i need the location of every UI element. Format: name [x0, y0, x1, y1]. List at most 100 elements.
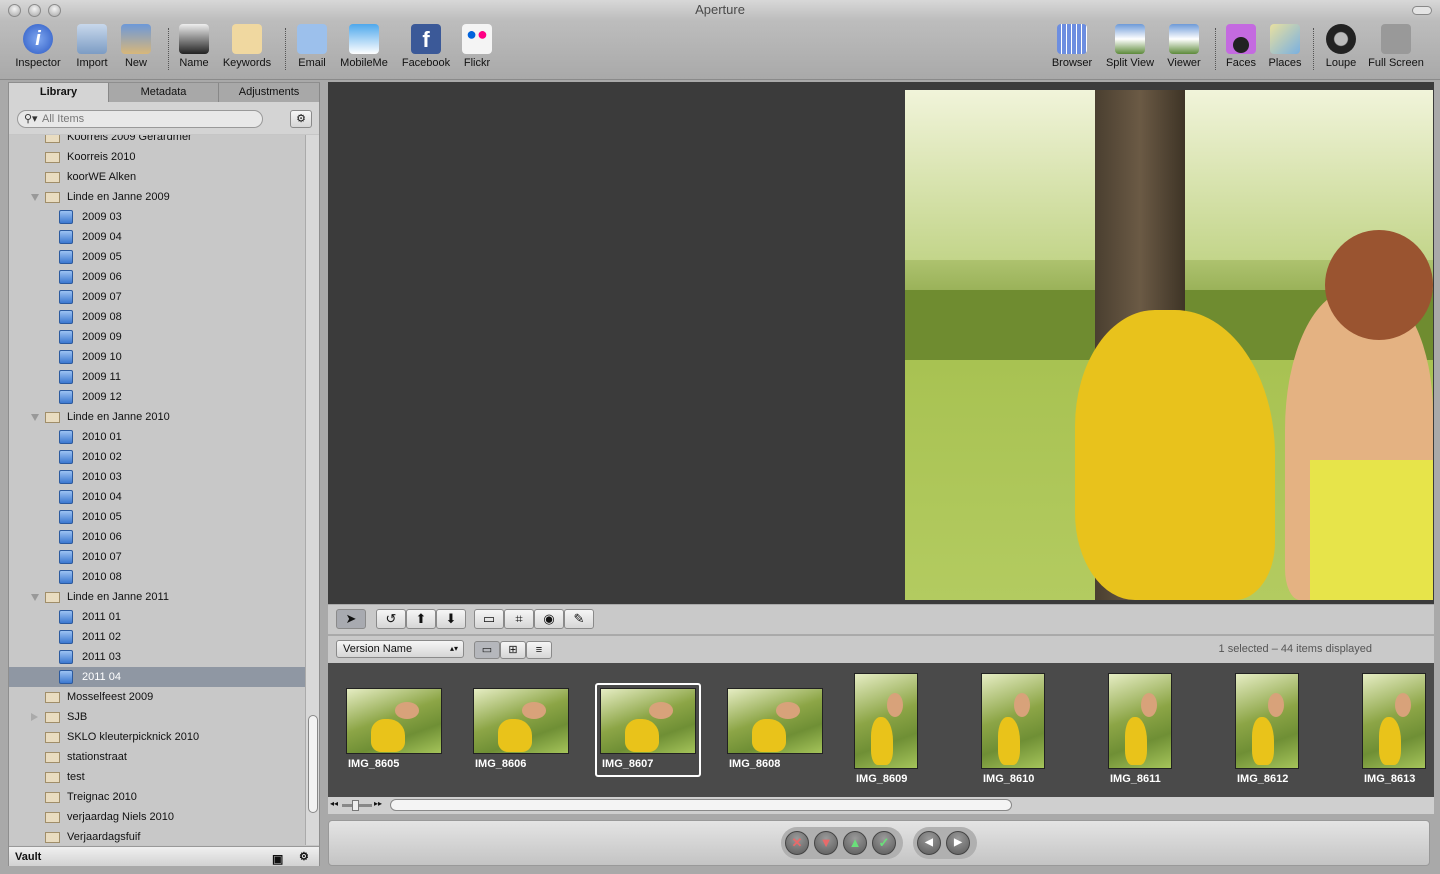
- project-item[interactable]: Verjaardagsfuif: [9, 827, 305, 845]
- brush-tool-button[interactable]: ✎: [564, 609, 594, 629]
- increase-rating-button[interactable]: ▲: [843, 831, 867, 855]
- album-item[interactable]: 2010 02: [9, 447, 305, 467]
- project-item[interactable]: Linde en Janne 2010: [9, 407, 305, 427]
- toolbar-email-button[interactable]: Email: [294, 24, 330, 69]
- zoom-button[interactable]: [48, 4, 61, 17]
- thumbnail[interactable]: [473, 688, 569, 754]
- thumbnail[interactable]: [981, 673, 1045, 769]
- next-arrow-button[interactable]: ▶: [946, 831, 970, 855]
- album-item[interactable]: 2010 08: [9, 567, 305, 587]
- album-item[interactable]: 2011 03: [9, 647, 305, 667]
- album-item[interactable]: 2009 05: [9, 247, 305, 267]
- album-item[interactable]: 2010 01: [9, 427, 305, 447]
- toolbar-keywords-button[interactable]: Keywords: [220, 24, 274, 69]
- toolbar-facebook-button[interactable]: f Facebook: [398, 24, 454, 69]
- project-box-icon: [45, 832, 60, 843]
- album-item[interactable]: 2011 02: [9, 627, 305, 647]
- project-item[interactable]: SJB: [9, 707, 305, 727]
- list-view-button[interactable]: ≡: [526, 641, 552, 659]
- decrease-rating-button[interactable]: ▼: [814, 831, 838, 855]
- album-item[interactable]: 2009 12: [9, 387, 305, 407]
- lift-tool-button[interactable]: ⬆: [406, 609, 436, 629]
- tab-adjustments[interactable]: Adjustments: [219, 83, 320, 102]
- project-item[interactable]: koorWE Alken: [9, 167, 305, 187]
- toolbar-loupe-button[interactable]: Loupe: [1320, 24, 1362, 69]
- straighten-tool-button[interactable]: ▭: [474, 609, 504, 629]
- toolbar-viewer-button[interactable]: Viewer: [1162, 24, 1206, 69]
- previous-arrow-button[interactable]: ◀: [917, 831, 941, 855]
- stamp-tool-button[interactable]: ⬇: [436, 609, 466, 629]
- toolbar-import-button[interactable]: Import: [72, 24, 112, 69]
- disclosure-expanded-icon[interactable]: [31, 414, 39, 421]
- album-item[interactable]: 2009 10: [9, 347, 305, 367]
- project-box-icon: [45, 812, 60, 823]
- vault-gear-icon[interactable]: ⚙: [299, 847, 309, 867]
- library-search-input[interactable]: ⚲▾ All Items: [17, 110, 263, 128]
- project-item[interactable]: Treignac 2010: [9, 787, 305, 807]
- album-item[interactable]: 2011 04: [9, 667, 305, 687]
- toolbar-browser-button[interactable]: Browser: [1048, 24, 1096, 69]
- filmstrip-view-button[interactable]: ▭: [474, 641, 500, 659]
- filmstrip-scrollbar[interactable]: [390, 799, 1012, 811]
- toolbar-places-button[interactable]: Places: [1264, 24, 1306, 69]
- album-item[interactable]: 2009 06: [9, 267, 305, 287]
- select-arrow-tool-button[interactable]: ➤: [336, 609, 366, 629]
- album-item[interactable]: 2009 03: [9, 207, 305, 227]
- main-photo[interactable]: [905, 90, 1433, 600]
- project-item[interactable]: Koorreis 2010: [9, 147, 305, 167]
- toolbar-inspector-button[interactable]: i Inspector: [6, 24, 70, 69]
- disclosure-expanded-icon[interactable]: [31, 194, 39, 201]
- album-item[interactable]: 2009 09: [9, 327, 305, 347]
- close-button[interactable]: [8, 4, 21, 17]
- toolbar-mobileme-button[interactable]: MobileMe: [336, 24, 392, 69]
- library-scrollbar[interactable]: [305, 135, 319, 845]
- red-eye-tool-button[interactable]: ◉: [534, 609, 564, 629]
- thumbnail[interactable]: [346, 688, 442, 754]
- thumbnail[interactable]: [1362, 673, 1426, 769]
- tab-metadata[interactable]: Metadata: [109, 83, 219, 102]
- thumbnail-size-slider[interactable]: [342, 800, 372, 811]
- toolbar-split-view-button[interactable]: Split View: [1100, 24, 1160, 69]
- album-item[interactable]: 2009 07: [9, 287, 305, 307]
- thumbnail[interactable]: [727, 688, 823, 754]
- project-item[interactable]: Mosselfeest 2009: [9, 687, 305, 707]
- album-item[interactable]: 2010 04: [9, 487, 305, 507]
- album-item[interactable]: 2010 03: [9, 467, 305, 487]
- project-item[interactable]: Linde en Janne 2009: [9, 187, 305, 207]
- album-item[interactable]: 2009 04: [9, 227, 305, 247]
- library-action-gear-button[interactable]: ⚙: [290, 110, 312, 128]
- thumbnail[interactable]: [1235, 673, 1299, 769]
- project-item[interactable]: Linde en Janne 2011: [9, 587, 305, 607]
- toolbar-faces-button[interactable]: Faces: [1222, 24, 1260, 69]
- reject-x-button[interactable]: ✕: [785, 831, 809, 855]
- thumbnail[interactable]: [854, 673, 918, 769]
- toolbar-flickr-button[interactable]: ●● Flickr: [458, 24, 496, 69]
- album-item[interactable]: 2009 08: [9, 307, 305, 327]
- vault-update-icon[interactable]: ▣: [272, 849, 283, 869]
- select-check-button[interactable]: ✓: [872, 831, 896, 855]
- grid-view-button[interactable]: ⊞: [500, 641, 526, 659]
- project-item[interactable]: Koorreis 2009 Gerardmer: [9, 135, 305, 147]
- minimize-button[interactable]: [28, 4, 41, 17]
- toolbar-full-screen-button[interactable]: Full Screen: [1364, 24, 1428, 69]
- crop-tool-button[interactable]: ⌗: [504, 609, 534, 629]
- toolbar-new-button[interactable]: New: [116, 24, 156, 69]
- disclosure-expanded-icon[interactable]: [31, 594, 39, 601]
- album-item[interactable]: 2011 01: [9, 607, 305, 627]
- toolbar-toggle-button[interactable]: [1412, 6, 1432, 15]
- thumbnail[interactable]: [1108, 673, 1172, 769]
- project-item[interactable]: test: [9, 767, 305, 787]
- disclosure-collapsed-icon[interactable]: [31, 713, 38, 721]
- album-item[interactable]: 2010 07: [9, 547, 305, 567]
- project-item[interactable]: verjaardag Niels 2010: [9, 807, 305, 827]
- tab-library[interactable]: Library: [9, 83, 109, 102]
- album-item[interactable]: 2010 06: [9, 527, 305, 547]
- album-item[interactable]: 2009 11: [9, 367, 305, 387]
- filmstrip-scroll-area: ◂◂ ▸▸: [328, 797, 1434, 814]
- toolbar-name-button[interactable]: Name: [176, 24, 212, 69]
- project-item[interactable]: stationstraat: [9, 747, 305, 767]
- sort-select[interactable]: Version Name ▴▾: [336, 640, 464, 658]
- project-item[interactable]: SKLO kleuterpicknick 2010: [9, 727, 305, 747]
- rotate-tool-button[interactable]: ↺: [376, 609, 406, 629]
- album-item[interactable]: 2010 05: [9, 507, 305, 527]
